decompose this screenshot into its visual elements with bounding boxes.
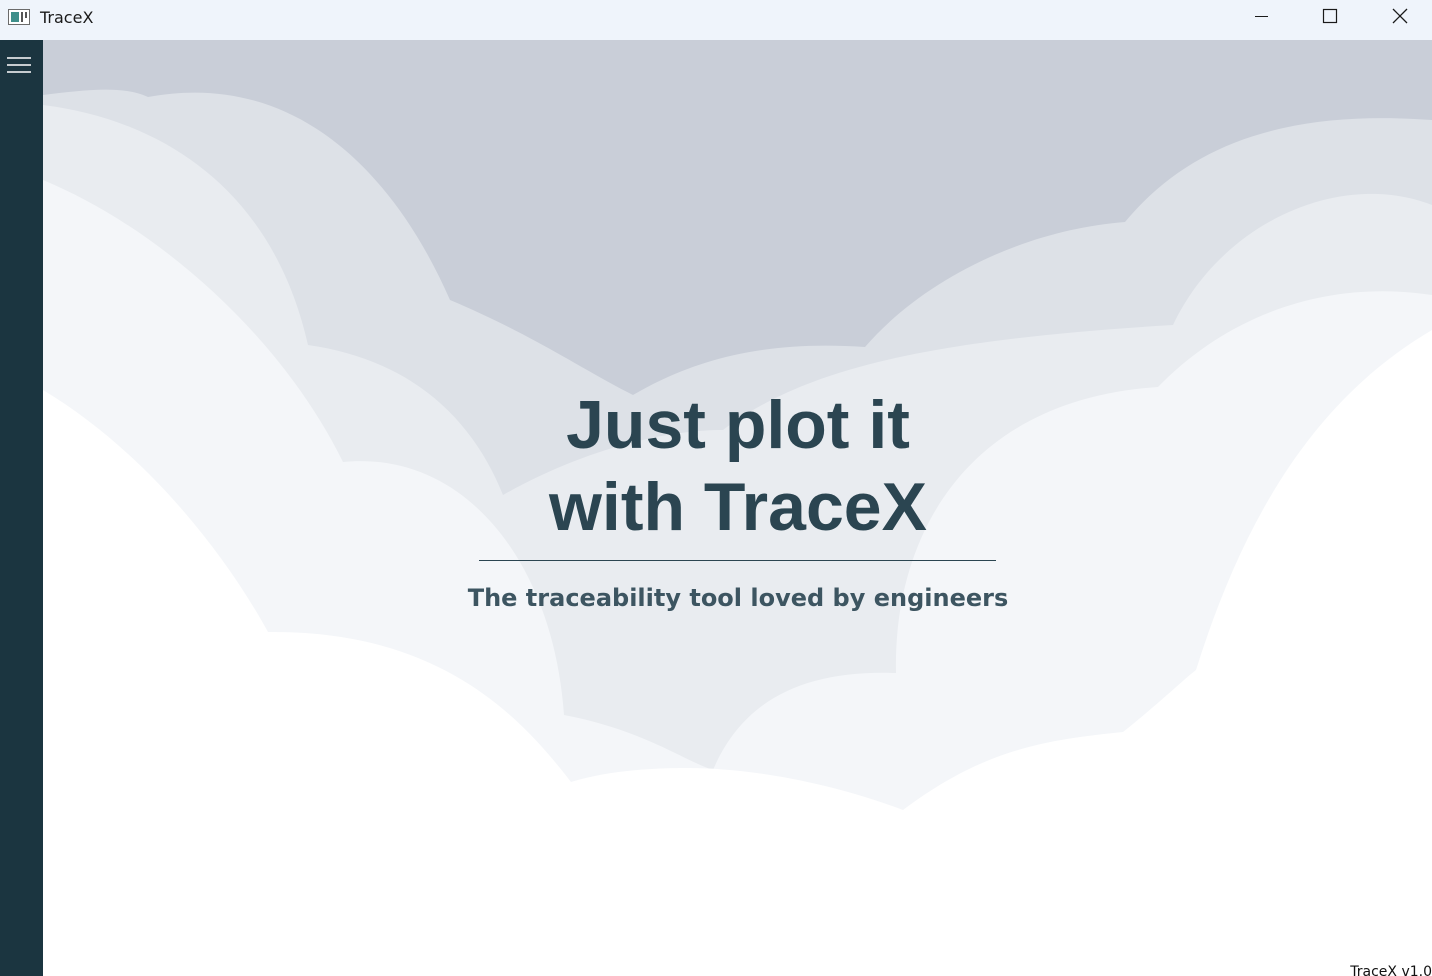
headline-line-2: with TraceX xyxy=(549,469,927,545)
close-button[interactable] xyxy=(1365,0,1432,36)
hero-divider xyxy=(479,560,996,561)
version-label: TraceX v1.0 xyxy=(1350,964,1432,976)
hero-subtitle: The traceability tool loved by engineers xyxy=(467,584,1009,612)
hamburger-menu-icon xyxy=(6,55,32,79)
main-content: Just plot it with TraceX The traceabilit… xyxy=(43,40,1432,976)
minimize-button[interactable] xyxy=(1226,0,1296,36)
hero-headline: Just plot it with TraceX xyxy=(438,384,1038,548)
hero-section: Just plot it with TraceX The traceabilit… xyxy=(43,40,1432,976)
app-icon xyxy=(8,9,30,25)
maximize-icon xyxy=(1322,8,1338,28)
menu-button[interactable] xyxy=(4,52,34,82)
minimize-icon xyxy=(1253,8,1269,28)
headline-line-1: Just plot it xyxy=(566,387,910,463)
app-window: TraceX Just plot it with TraceX The trac… xyxy=(0,0,1432,976)
close-icon xyxy=(1391,7,1409,29)
title-bar[interactable]: TraceX xyxy=(0,0,1432,40)
maximize-button[interactable] xyxy=(1295,0,1365,36)
window-title: TraceX xyxy=(40,8,94,27)
sidebar xyxy=(0,40,43,976)
